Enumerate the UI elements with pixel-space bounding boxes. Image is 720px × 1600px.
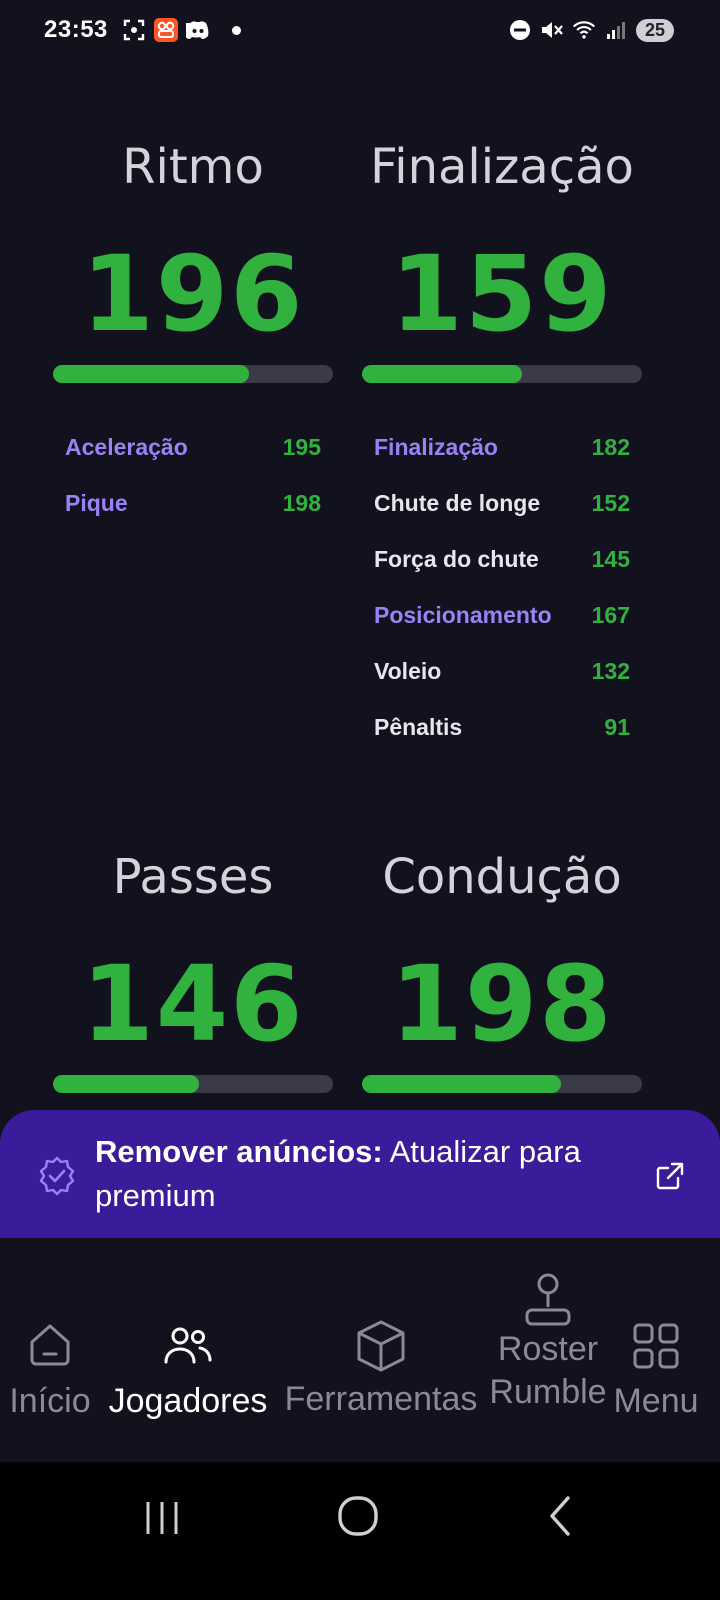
nav-label-rumble: Rumble: [489, 1373, 607, 1411]
substat-label: Pique: [65, 490, 128, 516]
nav-item-menu[interactable]: Menu: [610, 1322, 702, 1421]
grid-icon: [633, 1323, 679, 1369]
stat-title: Passes: [112, 849, 274, 905]
substat-value: 198: [282, 490, 321, 516]
nav-label: Início: [9, 1382, 91, 1420]
nav-item-roster-rumble[interactable]: Roster Rumble: [486, 1272, 610, 1412]
nav-item-jogadores[interactable]: Jogadores: [100, 1324, 276, 1421]
status-time: 23:53: [44, 16, 108, 43]
stat-title: Condução: [382, 849, 622, 905]
bottom-navigation: Início Jogadores Ferramentas Roster Rumb…: [0, 1238, 720, 1462]
recent-apps-icon: [146, 1502, 178, 1534]
nav-label: Menu: [613, 1382, 699, 1420]
battery-indicator: 25: [635, 18, 674, 42]
substat-label: Voleio: [374, 658, 442, 684]
substat-label: Força do chute: [374, 546, 539, 572]
substat-value: 91: [604, 714, 630, 740]
dnd-icon: [508, 18, 532, 42]
substat-row: Posicionamento 167: [374, 587, 630, 643]
app-icon: [154, 18, 178, 42]
substat-row: Voleio 132: [374, 643, 630, 699]
stat-progress-bar: [362, 1075, 642, 1093]
nav-item-ferramentas[interactable]: Ferramentas: [278, 1318, 484, 1419]
nav-label-roster: Roster: [497, 1330, 599, 1368]
home-icon: [30, 1324, 70, 1366]
system-icons: 25: [508, 18, 674, 42]
stat-progress-bar: [362, 365, 642, 383]
substat-list: Finalização 182 Chute de longe 152 Força do …: [362, 419, 642, 755]
premium-banner-bold: Remover anúncios:: [95, 1134, 383, 1169]
back-chevron-icon: [550, 1496, 570, 1536]
substat-row: Pique 198: [65, 475, 321, 531]
stat-card-ritmo[interactable]: Ritmo 196 Aceleração 195 Pique 198: [53, 137, 333, 531]
substat-value: 195: [282, 434, 321, 460]
stat-title: Finalização: [370, 139, 634, 195]
substat-value: 167: [591, 602, 630, 628]
stat-card-finalizacao[interactable]: Finalização 159 Finalização 182 Chute de l…: [362, 137, 642, 755]
external-link-icon[interactable]: [654, 1160, 686, 1192]
substat-row: Finalização 182: [374, 419, 630, 475]
stat-value: 196: [81, 233, 305, 355]
mute-icon: [540, 18, 564, 42]
joystick-icon: [525, 1273, 571, 1326]
stat-progress-fill: [362, 1075, 561, 1093]
discord-icon: [186, 18, 210, 42]
substat-row: Pênaltis 91: [374, 699, 630, 755]
notification-icons: [122, 18, 241, 42]
substat-label: Posicionamento: [374, 602, 552, 628]
stat-progress-fill: [53, 365, 249, 383]
substat-label: Finalização: [374, 434, 498, 460]
back-button[interactable]: [540, 1494, 584, 1538]
status-bar: 23:53 25: [0, 0, 720, 64]
stat-title: Ritmo: [122, 139, 264, 195]
wifi-icon: [572, 18, 596, 42]
substat-value: 132: [591, 658, 630, 684]
recent-apps-button[interactable]: [140, 1496, 184, 1540]
more-notifications-dot: [232, 25, 241, 35]
signal-icon: [604, 18, 628, 42]
stat-value: 146: [81, 943, 305, 1065]
stat-value: 159: [390, 233, 614, 355]
stat-value: 198: [390, 943, 614, 1065]
substat-value: 152: [591, 490, 630, 516]
nav-item-inicio[interactable]: Início: [6, 1320, 94, 1421]
users-icon: [164, 1327, 212, 1364]
screenshot-icon: [122, 18, 146, 42]
substat-row: Aceleração 195: [65, 419, 321, 475]
substat-row: Chute de longe 152: [374, 475, 630, 531]
home-circle-icon: [338, 1496, 378, 1536]
nav-label: Jogadores: [108, 1382, 268, 1420]
verified-badge-icon: [36, 1155, 78, 1197]
substat-value: 145: [591, 546, 630, 572]
substat-list: Aceleração 195 Pique 198: [53, 419, 333, 531]
system-navigation-bar: [0, 1462, 720, 1600]
box-icon: [357, 1320, 405, 1372]
nav-label: Ferramentas: [284, 1380, 478, 1418]
home-button[interactable]: [336, 1494, 380, 1538]
substat-row: Força do chute 145: [374, 531, 630, 587]
substat-value: 182: [591, 434, 630, 460]
stat-progress-fill: [53, 1075, 199, 1093]
substat-label: Pênaltis: [374, 714, 463, 740]
stat-progress-fill: [362, 365, 522, 383]
premium-banner-text: Remover anúncios: Atualizar para premium: [95, 1130, 595, 1218]
substat-label: Chute de longe: [374, 490, 541, 516]
substat-label: Aceleração: [65, 434, 188, 460]
stat-progress-bar: [53, 365, 333, 383]
stat-progress-bar: [53, 1075, 333, 1093]
premium-banner[interactable]: Remover anúncios: Atualizar para premium: [0, 1110, 720, 1238]
